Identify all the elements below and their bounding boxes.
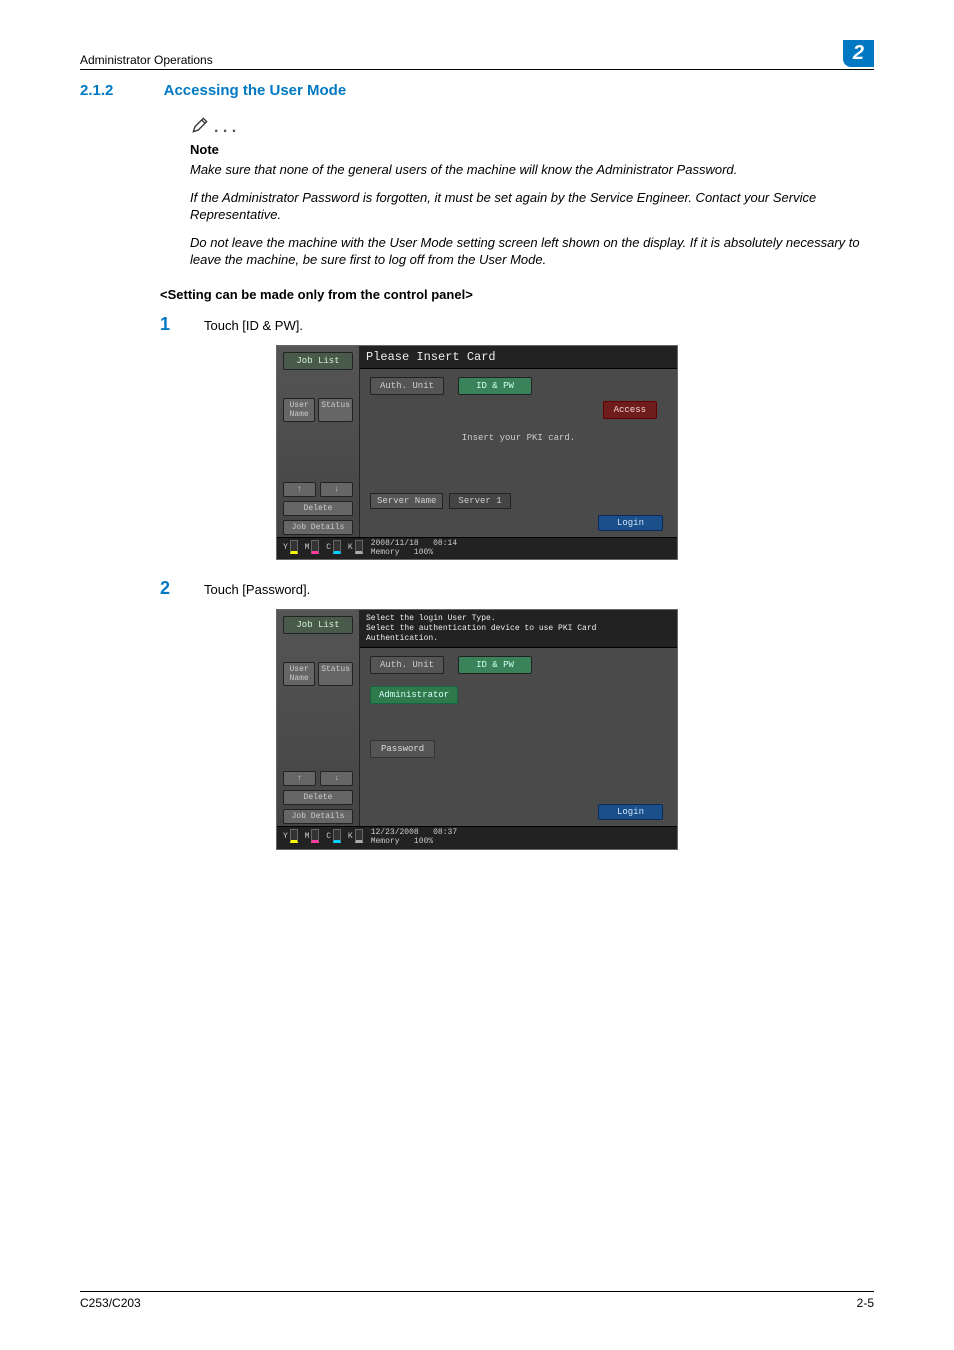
ink-c-label: C bbox=[326, 543, 331, 552]
ink-c-label: C bbox=[326, 832, 331, 841]
step-1: 1 Touch [ID & PW]. bbox=[160, 314, 874, 335]
login-button[interactable]: Login bbox=[598, 804, 663, 820]
ink-m-label: M bbox=[305, 543, 310, 552]
panel-title: Select the login User Type. Select the a… bbox=[360, 610, 677, 648]
ink-m-label: M bbox=[305, 832, 310, 841]
job-list-button[interactable]: Job List bbox=[283, 616, 353, 634]
toner-levels: Y M C K bbox=[283, 540, 365, 558]
panel-title: Please Insert Card bbox=[360, 346, 677, 369]
scroll-down-button[interactable]: ↓ bbox=[320, 482, 353, 497]
ink-m-icon bbox=[311, 829, 319, 843]
status-label: Status bbox=[318, 398, 353, 422]
ink-c-icon bbox=[333, 829, 341, 843]
note-icon-row: . . . bbox=[190, 115, 874, 140]
control-panel-screenshot-1: Job List User Name Status ↑ ↓ Delete Job… bbox=[276, 345, 678, 561]
note-p3: Do not leave the machine with the User M… bbox=[190, 234, 874, 269]
subset-heading: <Setting can be made only from the contr… bbox=[160, 287, 874, 302]
server-name-value[interactable]: Server 1 bbox=[449, 493, 510, 509]
control-panel-screenshot-2: Job List User Name Status ↑ ↓ Delete Job… bbox=[276, 609, 678, 849]
insert-card-message: Insert your PKI card. bbox=[370, 433, 667, 443]
ink-k-label: K bbox=[348, 543, 353, 552]
scroll-up-button[interactable]: ↑ bbox=[283, 482, 316, 497]
section-heading: 2.1.2 Accessing the User Mode bbox=[80, 82, 874, 99]
auth-unit-tab[interactable]: Auth. Unit bbox=[370, 377, 444, 395]
user-name-label: User Name bbox=[283, 662, 315, 686]
memory-value: 100% bbox=[414, 837, 433, 846]
ink-k-label: K bbox=[348, 832, 353, 841]
delete-button[interactable]: Delete bbox=[283, 501, 353, 516]
administrator-button[interactable]: Administrator bbox=[370, 686, 458, 704]
scroll-down-button[interactable]: ↓ bbox=[320, 771, 353, 786]
title-line-1: Select the login User Type. bbox=[366, 614, 496, 623]
login-button[interactable]: Login bbox=[598, 515, 663, 531]
step-text: Touch [Password]. bbox=[204, 582, 310, 597]
job-list-button[interactable]: Job List bbox=[283, 352, 353, 370]
ink-k-icon bbox=[355, 540, 363, 554]
section-number: 2.1.2 bbox=[80, 82, 160, 99]
id-pw-tab[interactable]: ID & PW bbox=[458, 377, 532, 395]
chapter-badge: 2 bbox=[843, 40, 874, 67]
scroll-up-button[interactable]: ↑ bbox=[283, 771, 316, 786]
note-label: Note bbox=[190, 142, 874, 157]
ink-m-icon bbox=[311, 540, 319, 554]
model-label: C253/C203 bbox=[80, 1296, 141, 1310]
header-title: Administrator Operations bbox=[80, 53, 213, 67]
job-details-button[interactable]: Job Details bbox=[283, 520, 353, 535]
memory-value: 100% bbox=[414, 548, 433, 557]
note-p1: Make sure that none of the general users… bbox=[190, 161, 874, 179]
time-value: 08:37 bbox=[433, 828, 457, 837]
time-value: 08:14 bbox=[433, 539, 457, 548]
delete-button[interactable]: Delete bbox=[283, 790, 353, 805]
note-block: . . . Note Make sure that none of the ge… bbox=[190, 115, 874, 269]
ink-y-icon bbox=[290, 829, 298, 843]
note-p2: If the Administrator Password is forgott… bbox=[190, 189, 874, 224]
status-label: Status bbox=[318, 662, 353, 686]
user-name-label: User Name bbox=[283, 398, 315, 422]
date-value: 2008/11/18 bbox=[371, 539, 419, 548]
job-details-button[interactable]: Job Details bbox=[283, 809, 353, 824]
running-header: Administrator Operations 2 bbox=[80, 40, 874, 70]
note-dots: . . . bbox=[214, 119, 236, 137]
memory-label: Memory bbox=[371, 548, 400, 557]
section-title: Accessing the User Mode bbox=[164, 82, 347, 99]
date-value: 12/23/2008 bbox=[371, 828, 419, 837]
access-button[interactable]: Access bbox=[603, 401, 657, 419]
ink-y-label: Y bbox=[283, 543, 288, 552]
step-text: Touch [ID & PW]. bbox=[204, 318, 303, 333]
memory-label: Memory bbox=[371, 837, 400, 846]
server-name-label: Server Name bbox=[370, 493, 443, 509]
ink-c-icon bbox=[333, 540, 341, 554]
step-number: 2 bbox=[160, 578, 174, 599]
ink-k-icon bbox=[355, 829, 363, 843]
ink-y-icon bbox=[290, 540, 298, 554]
auth-unit-tab[interactable]: Auth. Unit bbox=[370, 656, 444, 674]
step-number: 1 bbox=[160, 314, 174, 335]
page-footer: C253/C203 2-5 bbox=[80, 1291, 874, 1310]
page-number: 2-5 bbox=[857, 1296, 874, 1310]
pencil-icon bbox=[190, 115, 210, 140]
title-line-2: Select the authentication device to use … bbox=[366, 624, 596, 643]
toner-levels: Y M C K bbox=[283, 829, 365, 847]
ink-y-label: Y bbox=[283, 832, 288, 841]
password-button[interactable]: Password bbox=[370, 740, 435, 758]
step-2: 2 Touch [Password]. bbox=[160, 578, 874, 599]
id-pw-tab[interactable]: ID & PW bbox=[458, 656, 532, 674]
